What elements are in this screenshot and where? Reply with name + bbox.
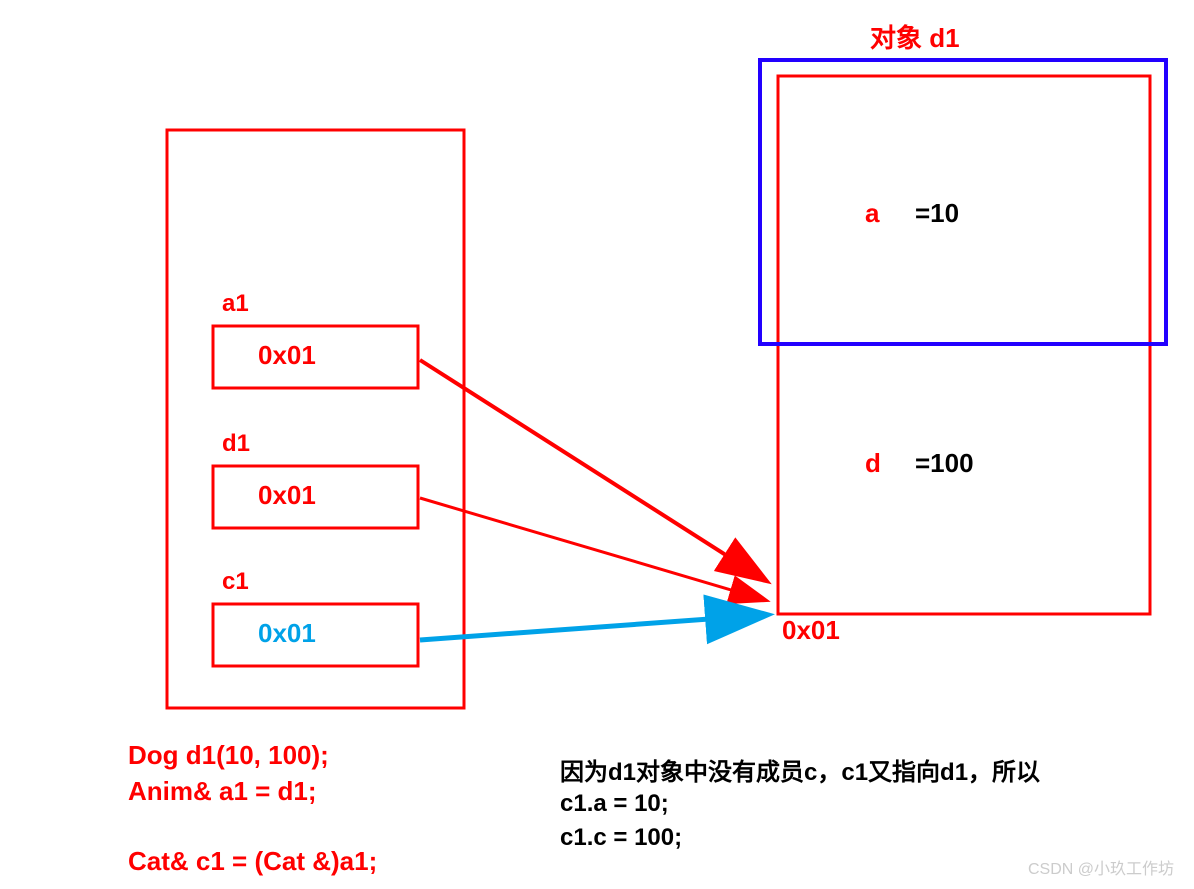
- member-d-name: d: [865, 448, 881, 479]
- c1-label: c1: [222, 568, 249, 596]
- explanation-line-1: 因为d1对象中没有成员c，c1又指向d1，所以: [560, 752, 1040, 787]
- d1-label: d1: [222, 430, 250, 458]
- code-line-2: Anim& a1 = d1;: [128, 776, 317, 807]
- arrow-c1: [420, 615, 765, 640]
- watermark: CSDN @小玖工作坊: [1028, 855, 1174, 879]
- member-d-value: =100: [915, 448, 974, 479]
- object-inner-box: [760, 60, 1166, 344]
- member-a-name: a: [865, 198, 879, 229]
- c1-value: 0x01: [258, 618, 316, 649]
- code-line-3: Cat& c1 = (Cat &)a1;: [128, 846, 377, 877]
- d1-value: 0x01: [258, 480, 316, 511]
- member-a-value: =10: [915, 198, 959, 229]
- a1-label: a1: [222, 290, 249, 318]
- explanation-line-2: c1.a = 10;: [560, 790, 669, 818]
- a1-value: 0x01: [258, 340, 316, 371]
- arrow-a1: [420, 360, 765, 580]
- object-title: 对象 d1: [870, 18, 960, 55]
- object-address: 0x01: [782, 615, 840, 646]
- code-line-1: Dog d1(10, 100);: [128, 740, 329, 771]
- explanation-line-3: c1.c = 100;: [560, 824, 682, 852]
